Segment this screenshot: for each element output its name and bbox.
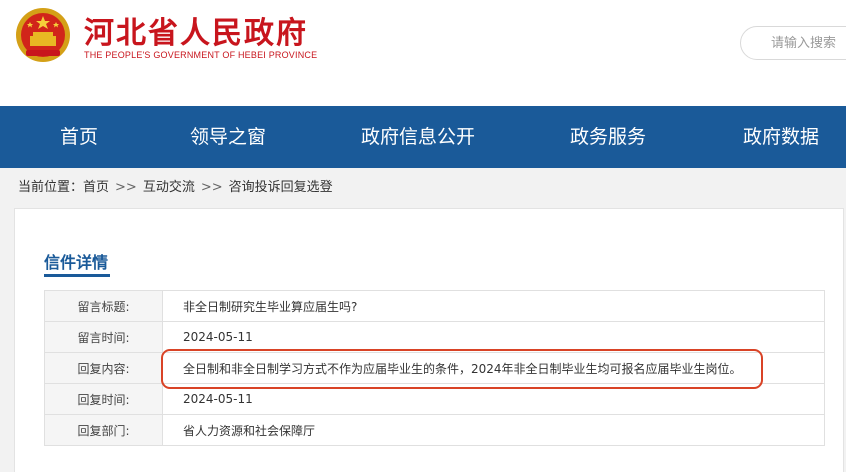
letter-detail-table: 留言标题: 非全日制研究生毕业算应届生吗? 留言时间: 2024-05-11 回… [44, 290, 825, 446]
table-row: 留言标题: 非全日制研究生毕业算应届生吗? [44, 290, 825, 322]
nav-item-leaders[interactable]: 领导之窗 [158, 106, 298, 168]
table-row: 回复内容: 全日制和非全日制学习方式不作为应届毕业生的条件，2024年非全日制毕… [44, 352, 825, 384]
row-value-reply-time: 2024-05-11 [162, 383, 825, 415]
row-label-reply-department: 回复部门: [44, 414, 163, 446]
nav-item-data[interactable]: 政府数据 [716, 106, 846, 168]
table-row: 回复部门: 省人力资源和社会保障厅 [44, 414, 825, 446]
table-row: 回复时间: 2024-05-11 [44, 383, 825, 415]
search-box[interactable] [740, 26, 846, 60]
row-value-title: 非全日制研究生毕业算应届生吗? [162, 290, 825, 322]
row-value-message-time: 2024-05-11 [162, 321, 825, 353]
row-label-reply-time: 回复时间: [44, 383, 163, 415]
breadcrumb: 当前位置：首页 >> 互动交流 >> 咨询投诉回复选登 [18, 168, 333, 208]
table-row: 留言时间: 2024-05-11 [44, 321, 825, 353]
breadcrumb-separator: >> [200, 180, 223, 195]
breadcrumb-reply-selection[interactable]: 咨询投诉回复选登 [229, 180, 333, 195]
site-title[interactable]: 河北省人民政府 [84, 8, 308, 52]
breadcrumb-prefix: 当前位置： [18, 180, 84, 195]
breadcrumb-separator: >> [115, 180, 137, 195]
breadcrumb-interaction[interactable]: 互动交流 [143, 180, 195, 195]
nav-item-home[interactable]: 首页 [0, 106, 158, 168]
site-header: 河北省人民政府 THE PEOPLE'S GOVERNMENT OF HEBEI… [0, 0, 846, 106]
national-emblem-icon[interactable] [14, 6, 72, 64]
row-value-reply-department: 省人力资源和社会保障厅 [162, 414, 825, 446]
section-title-underline [44, 274, 110, 277]
nav-item-services[interactable]: 政务服务 [540, 106, 676, 168]
nav-item-info-disclosure[interactable]: 政府信息公开 [338, 106, 498, 168]
row-label-message-time: 留言时间: [44, 321, 163, 353]
site-subtitle: THE PEOPLE'S GOVERNMENT OF HEBEI PROVINC… [84, 50, 318, 60]
row-label-title: 留言标题: [44, 290, 163, 322]
section-title: 信件详情 [44, 253, 109, 272]
main-nav: 首页 领导之窗 政府信息公开 政务服务 政府数据 [0, 106, 846, 168]
breadcrumb-bar: 当前位置：首页 >> 互动交流 >> 咨询投诉回复选登 [0, 168, 846, 208]
breadcrumb-home[interactable]: 首页 [83, 180, 109, 195]
row-value-reply-content: 全日制和非全日制学习方式不作为应届毕业生的条件，2024年非全日制毕业生均可报名… [162, 352, 825, 384]
search-input[interactable] [741, 27, 846, 59]
row-label-reply-content: 回复内容: [44, 352, 163, 384]
